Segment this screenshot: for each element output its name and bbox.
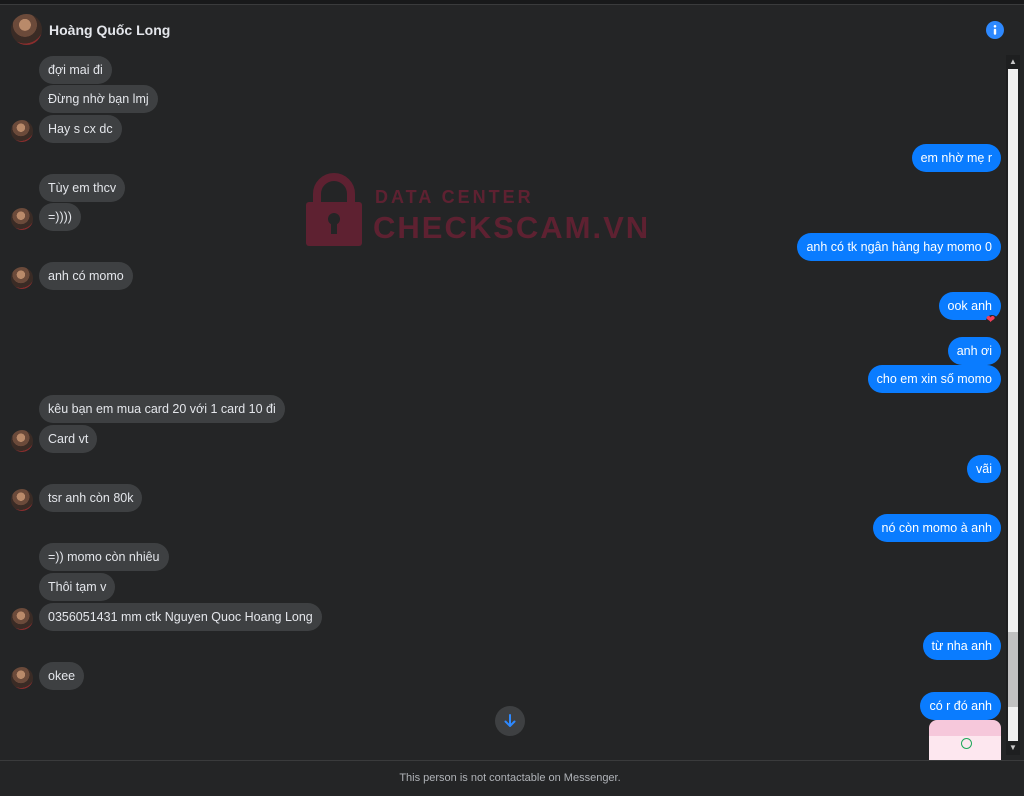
contact-avatar[interactable] [11,14,42,45]
message-incoming[interactable]: Hay s cx dc [39,115,122,143]
sender-avatar [11,120,33,142]
message-incoming[interactable]: Đừng nhờ bạn lmj [39,85,158,113]
sender-avatar [11,667,33,689]
image-attachment[interactable] [929,720,1001,760]
message-incoming[interactable]: Thôi tạm v [39,573,116,601]
conversation-header: Hoàng Quốc Long [0,5,1024,55]
message-outgoing[interactable]: em nhờ mẹ r [911,144,1001,172]
message-outgoing[interactable]: cho em xin số momo [867,365,1001,393]
scroll-down-arrow-icon[interactable]: ▼ [1009,743,1017,752]
sender-avatar [11,608,33,630]
contact-name[interactable]: Hoàng Quốc Long [49,22,170,38]
footer-bar: This person is not contactable on Messen… [0,760,1024,796]
message-incoming[interactable]: =)) momo còn nhiêu [39,543,169,571]
message-incoming[interactable]: 0356051431 mm ctk Nguyen Quoc Hoang Long [39,603,322,631]
sender-avatar [11,208,33,230]
scrollbar-thumb[interactable] [1008,632,1018,707]
sender-avatar [11,489,33,511]
message-incoming[interactable]: tsr anh còn 80k [39,484,143,512]
scroll-to-bottom-button[interactable] [495,706,525,736]
message-outgoing[interactable]: nó còn momo à anh [872,514,1001,542]
info-icon[interactable] [986,21,1004,39]
scrollbar[interactable]: ▲ ▼ [1006,55,1020,755]
message-incoming[interactable]: Tùy em thcv [39,174,126,202]
message-outgoing[interactable]: có r đó anh [920,692,1001,720]
scroll-up-arrow-icon[interactable]: ▲ [1009,57,1017,66]
sender-avatar [11,430,33,452]
message-incoming[interactable]: okee [39,662,85,690]
message-incoming[interactable]: =)))) [39,203,81,231]
not-contactable-notice: This person is not contactable on Messen… [399,772,621,784]
arrow-down-icon [504,714,516,727]
message-incoming[interactable]: Card vt [39,425,98,453]
message-incoming[interactable]: đợi mai đi [39,56,112,84]
sender-avatar [11,267,33,289]
check-icon [961,738,972,749]
message-incoming[interactable]: kêu bạn em mua card 20 với 1 card 10 đi [39,395,285,423]
message-outgoing[interactable]: anh có tk ngân hàng hay momo 0 [797,233,1001,261]
message-outgoing[interactable]: từ nha anh [922,632,1001,660]
heart-icon[interactable]: ❤ [986,314,998,327]
message-outgoing[interactable]: vãi [967,455,1001,483]
message-outgoing[interactable]: anh ơi [947,337,1001,365]
message-list[interactable]: đợi mai đi Đừng nhờ bạn lmj Hay s cx dc … [0,55,1006,760]
message-incoming[interactable]: anh có momo [39,262,133,290]
